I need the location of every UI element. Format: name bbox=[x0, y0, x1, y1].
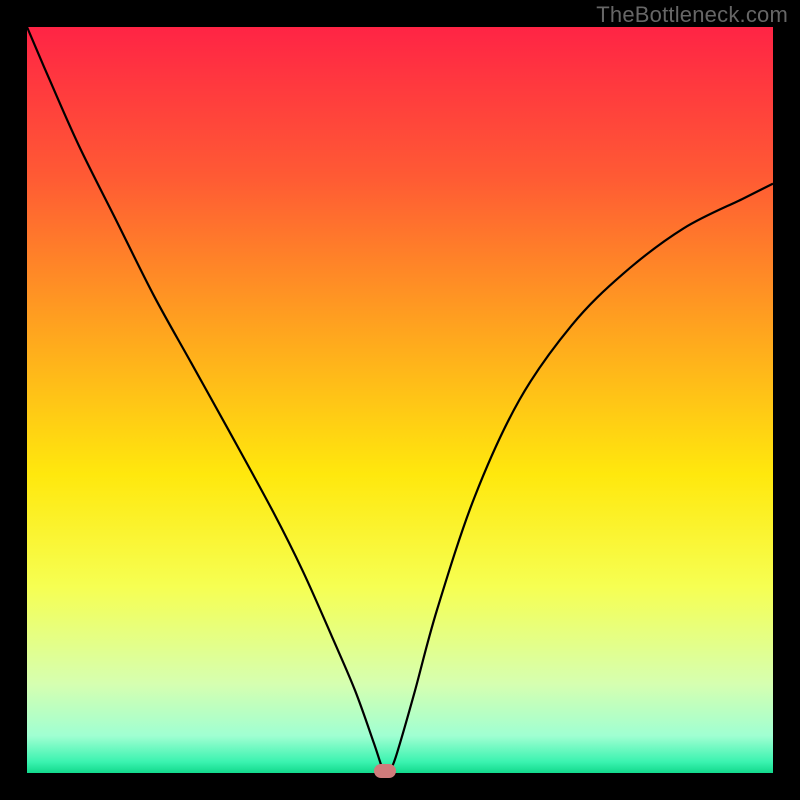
gradient-background bbox=[27, 27, 773, 773]
optimum-marker bbox=[374, 764, 396, 778]
plot-area bbox=[27, 27, 773, 773]
watermark-text: TheBottleneck.com bbox=[596, 2, 788, 28]
plot-svg bbox=[27, 27, 773, 773]
chart-frame: TheBottleneck.com bbox=[0, 0, 800, 800]
